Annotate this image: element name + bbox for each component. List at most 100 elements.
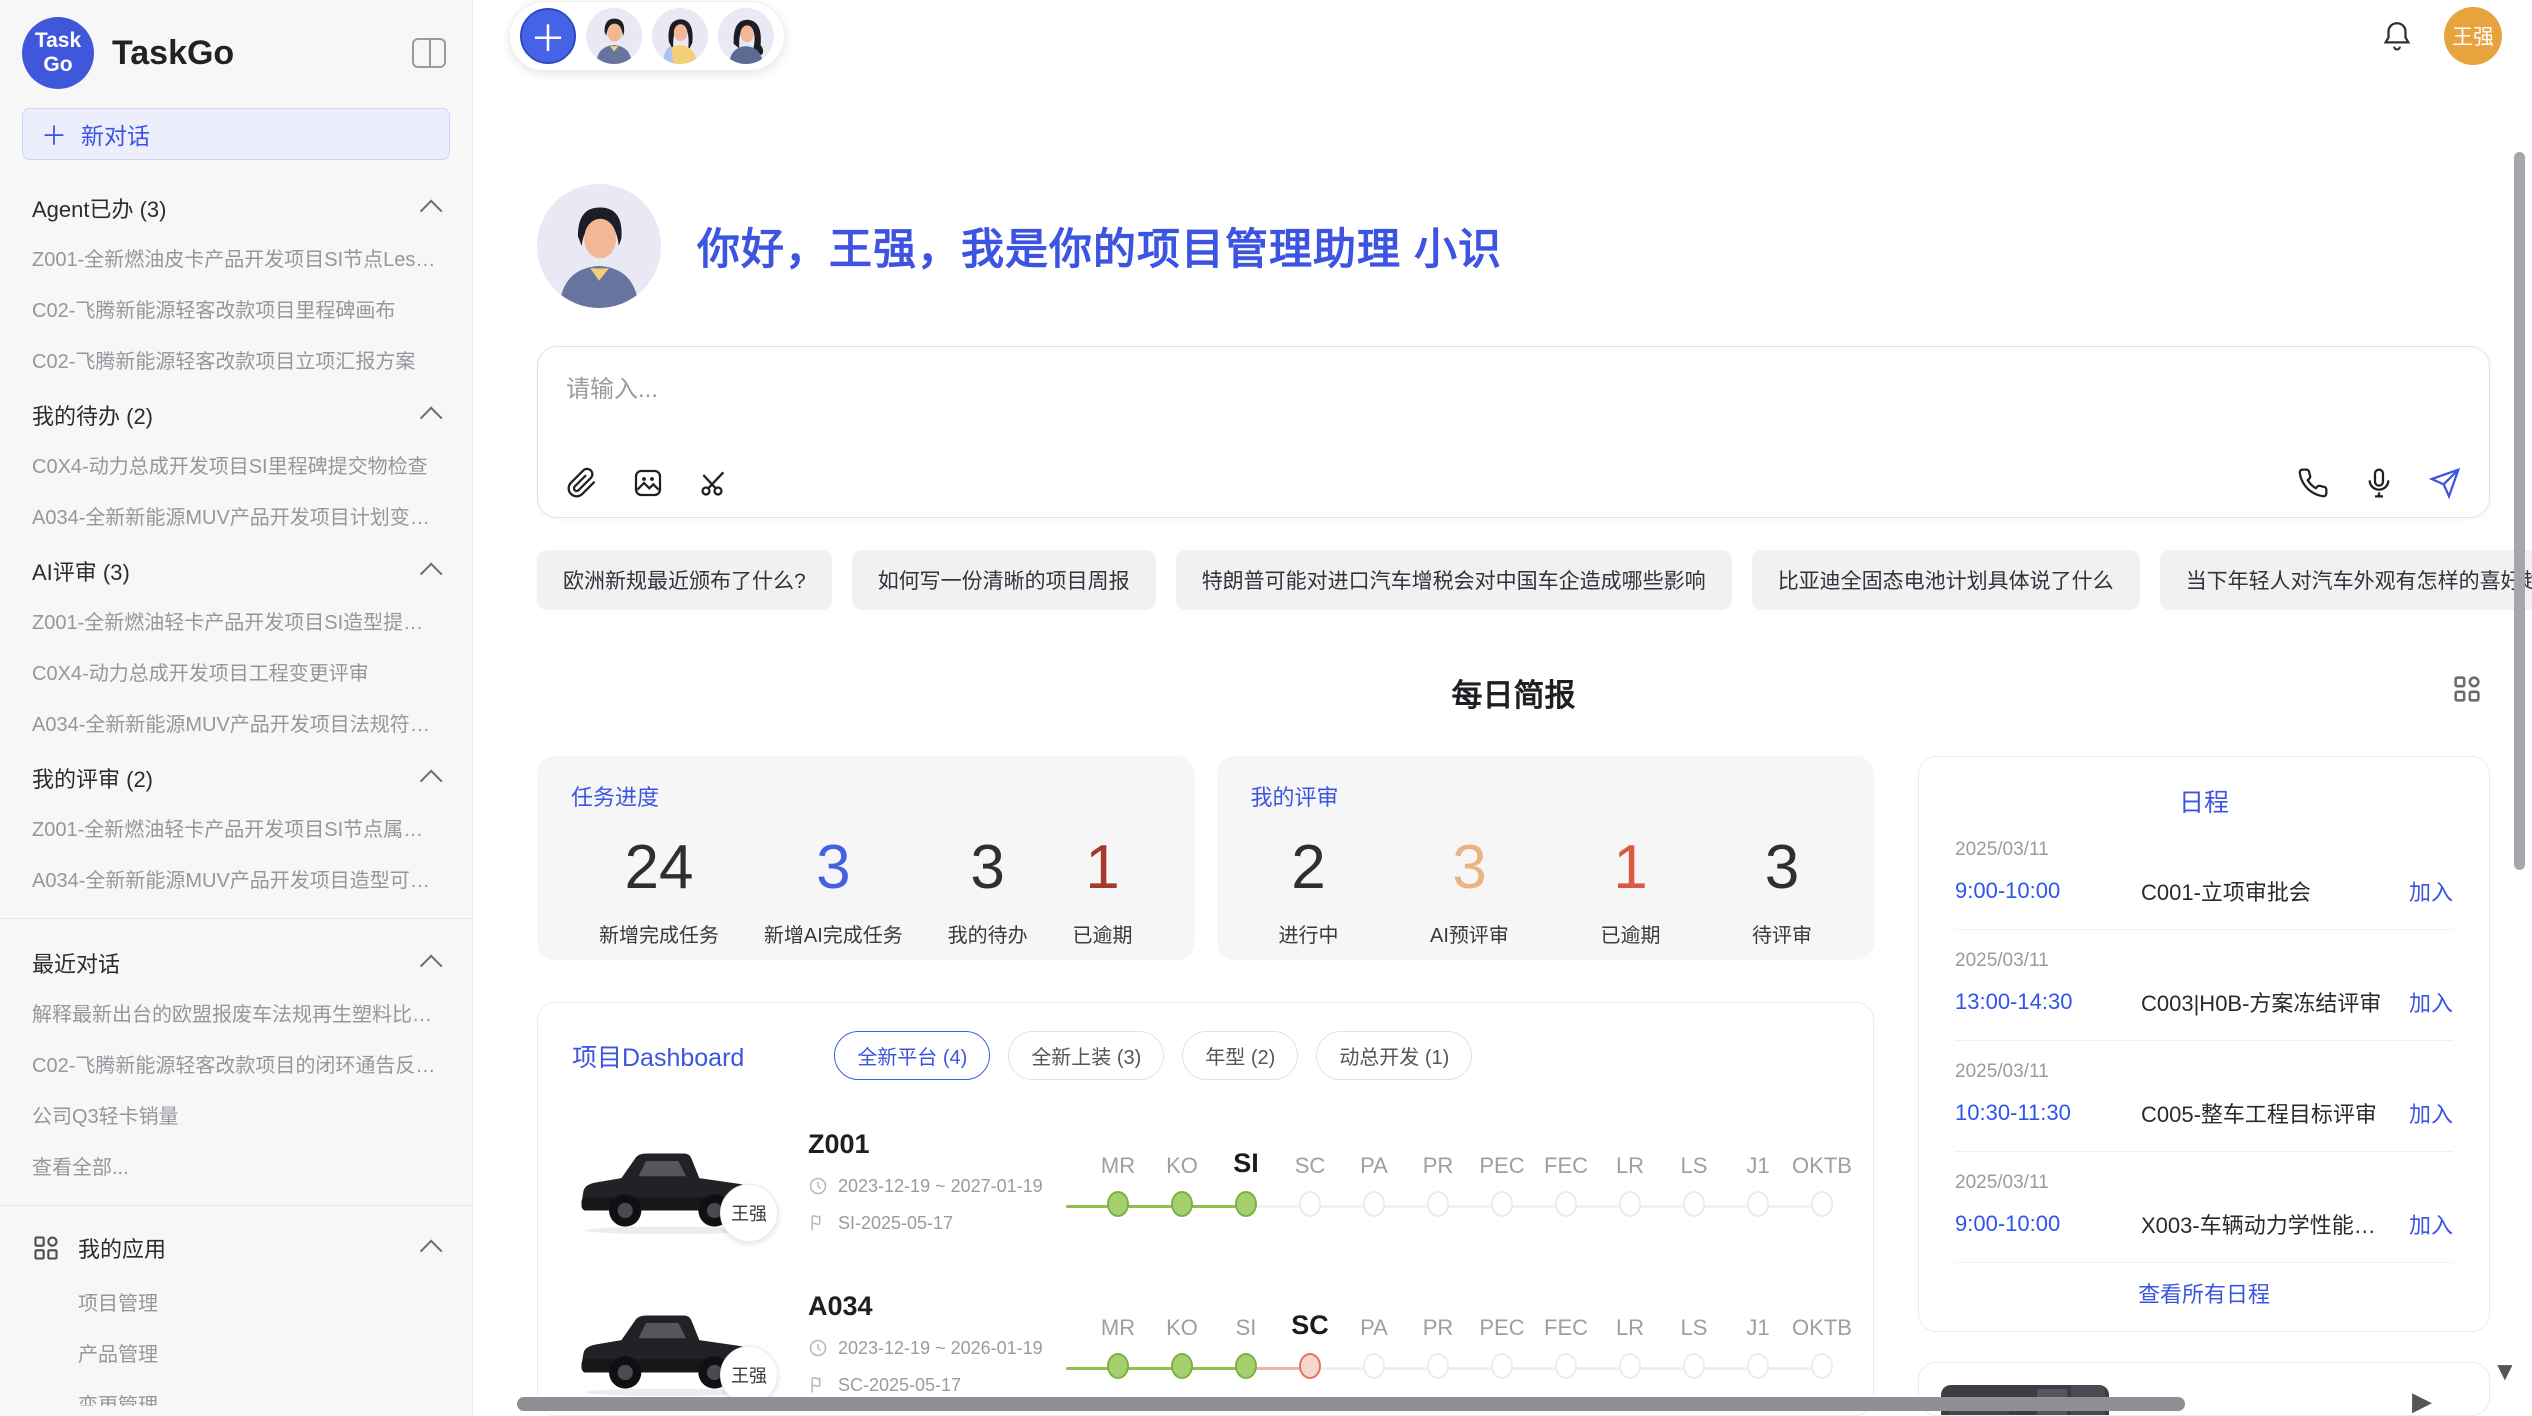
- daily-brief-header: 每日简报: [537, 668, 2490, 716]
- project-info: A034 2023-12-19 ~ 2026-01-19: [808, 1291, 1058, 1396]
- agent-avatar[interactable]: [586, 8, 642, 64]
- schedule-card: 日程 2025/03/11 9:00-10:00 C001-立项审批会 加入 2…: [1918, 756, 2490, 1332]
- notification-bell-icon[interactable]: [2380, 19, 2414, 53]
- schedule-date: 2025/03/11: [1955, 839, 2453, 861]
- recent-chat-item[interactable]: C02-飞腾新能源轻客改款项目的闭环通告反馈情况: [0, 1038, 472, 1089]
- section-agent-done[interactable]: Agent已办 (3): [0, 178, 472, 232]
- add-agent-button[interactable]: ＋: [520, 8, 576, 64]
- agent-avatar[interactable]: [718, 8, 774, 64]
- project-code[interactable]: Z001: [808, 1129, 1058, 1160]
- recent-chat-item[interactable]: 解释最新出台的欧盟报废车法规再生塑料比例被调至15%...: [0, 987, 472, 1038]
- stat-item: 3 我的待办: [948, 832, 1028, 948]
- stat-item: 3 AI预评审: [1430, 832, 1509, 948]
- project-code[interactable]: A034: [808, 1291, 1058, 1322]
- microphone-icon[interactable]: [2363, 467, 2395, 499]
- join-link[interactable]: 加入: [2409, 1208, 2453, 1240]
- user-avatar[interactable]: 王强: [2444, 7, 2502, 65]
- new-chat-button[interactable]: ＋ 新对话: [22, 108, 450, 160]
- input-toolbar-right: [2297, 467, 2461, 499]
- apps-grid-icon: [32, 1234, 60, 1262]
- chevron-up-icon[interactable]: [420, 770, 443, 793]
- app-item-change-mgmt[interactable]: 变更管理: [0, 1378, 472, 1406]
- suggestion-chips: 欧洲新规最近颁布了什么? 如何写一份清晰的项目周报 特朗普可能对进口汽车增税会对…: [537, 550, 2490, 610]
- scroll-down-arrow[interactable]: ▼: [2492, 1358, 2518, 1384]
- filter-powertrain[interactable]: 动总开发 (1): [1316, 1031, 1472, 1080]
- sidebar-item[interactable]: A034-全新新能源MUV产品开发项目造型可行性评审: [0, 853, 472, 904]
- section-my-todo[interactable]: 我的待办 (2): [0, 385, 472, 439]
- app-logo: Task Go: [22, 17, 94, 89]
- clock-icon: [808, 1176, 828, 1196]
- new-chat-label: 新对话: [81, 117, 150, 151]
- sidebar-item[interactable]: Z001-全新燃油皮卡产品开发项目SI节点Lesson Learn报告: [0, 232, 472, 283]
- image-icon[interactable]: [632, 467, 664, 499]
- recent-chat-item[interactable]: 公司Q3轻卡销量: [0, 1089, 472, 1140]
- sidebar-header: Task Go TaskGo: [0, 18, 472, 88]
- sidebar-item[interactable]: Z001-全新燃油轻卡产品开发项目SI造型提交物评审: [0, 595, 472, 646]
- sidebar: Task Go TaskGo ＋ 新对话 Agent已办 (3) Z001-全新…: [0, 0, 473, 1416]
- app-item-product-mgmt[interactable]: 产品管理: [0, 1327, 472, 1378]
- scissors-icon[interactable]: [698, 467, 730, 499]
- send-icon[interactable]: [2429, 467, 2461, 499]
- sidebar-item[interactable]: A034-全新新能源MUV产品开发项目法规符合性评审: [0, 697, 472, 748]
- schedule-title: 日程: [1955, 783, 2453, 819]
- project-row-a034: 王强 A034 2023-12-: [572, 1282, 1839, 1404]
- join-link[interactable]: 加入: [2409, 1097, 2453, 1129]
- agent-avatar[interactable]: [652, 8, 708, 64]
- plus-icon: ＋: [41, 116, 67, 153]
- card-title: 我的评审: [1251, 780, 1841, 812]
- app-item-project-mgmt[interactable]: 项目管理: [0, 1276, 472, 1327]
- input-toolbar-left: [566, 467, 730, 499]
- chevron-up-icon[interactable]: [420, 563, 443, 586]
- suggestion-chip[interactable]: 比亚迪全固态电池计划具体说了什么: [1752, 550, 2140, 610]
- schedule-name: C001-立项审批会: [2141, 875, 2389, 907]
- project-dates: 2023-12-19 ~ 2026-01-19: [808, 1338, 1058, 1359]
- schedule-time: 10:30-11:30: [1955, 1100, 2115, 1126]
- owner-badge: 王强: [720, 1184, 778, 1242]
- filter-year-model[interactable]: 年型 (2): [1182, 1031, 1298, 1080]
- dashboard-columns: 任务进度 24 新增完成任务 3 新增AI完成任务: [537, 756, 2490, 1416]
- schedule-item: 2025/03/11 9:00-10:00 C001-立项审批会 加入: [1955, 819, 2453, 930]
- filter-all-new-platform[interactable]: 全新平台 (4): [834, 1031, 990, 1080]
- scroll-right-arrow[interactable]: ▶: [2412, 1388, 2432, 1414]
- chevron-up-icon[interactable]: [420, 200, 443, 223]
- topbar: ＋ 王强: [473, 0, 2532, 72]
- project-flag-note: SC-2025-05-17: [808, 1375, 1058, 1396]
- section-my-review[interactable]: 我的评审 (2): [0, 748, 472, 802]
- phone-icon[interactable]: [2297, 467, 2329, 499]
- sidebar-item[interactable]: C0X4-动力总成开发项目SI里程碑提交物检查: [0, 439, 472, 490]
- suggestion-chip[interactable]: 特朗普可能对进口汽车增税会对中国车企造成哪些影响: [1176, 550, 1732, 610]
- paperclip-icon[interactable]: [566, 467, 598, 499]
- chevron-up-icon[interactable]: [420, 407, 443, 430]
- sidebar-item[interactable]: C02-飞腾新能源轻客改款项目立项汇报方案: [0, 334, 472, 385]
- sidebar-item[interactable]: A034-全新新能源MUV产品开发项目计划变更表编写: [0, 490, 472, 541]
- card-title: 任务进度: [571, 780, 1161, 812]
- section-ai-review[interactable]: AI评审 (3): [0, 541, 472, 595]
- vertical-scrollbar[interactable]: [2514, 152, 2525, 870]
- right-column: 日程 2025/03/11 9:00-10:00 C001-立项审批会 加入 2…: [1918, 756, 2490, 1416]
- project-dashboard-card: 项目Dashboard 全新平台 (4) 全新上装 (3) 年型 (2) 动总开…: [537, 1002, 1874, 1416]
- sidebar-item[interactable]: Z001-全新燃油轻卡产品开发项目SI节点属性5D文件评审: [0, 802, 472, 853]
- suggestion-chip[interactable]: 欧洲新规最近颁布了什么?: [537, 550, 832, 610]
- taskgo-app: Task Go TaskGo ＋ 新对话 Agent已办 (3) Z001-全新…: [0, 0, 2532, 1416]
- view-all-schedule-link[interactable]: 查看所有日程: [1955, 1277, 2453, 1309]
- sidebar-item[interactable]: C0X4-动力总成开发项目工程变更评审: [0, 646, 472, 697]
- flag-icon: [808, 1213, 828, 1233]
- recent-view-all[interactable]: 查看全部...: [0, 1140, 472, 1191]
- layout-grid-icon[interactable]: [2450, 672, 2484, 706]
- sidebar-item-my-apps[interactable]: 我的应用: [0, 1220, 472, 1276]
- logo-line2: Go: [43, 53, 72, 77]
- section-recent-chats[interactable]: 最近对话: [0, 933, 472, 987]
- sidebar-item[interactable]: C02-飞腾新能源轻客改款项目里程碑画布: [0, 283, 472, 334]
- suggestion-chip[interactable]: 当下年轻人对汽车外观有怎样的喜好趋势: [2160, 550, 2532, 610]
- chevron-up-icon[interactable]: [420, 955, 443, 978]
- suggestion-chip[interactable]: 如何写一份清晰的项目周报: [852, 550, 1156, 610]
- chat-input[interactable]: [566, 369, 2461, 467]
- sidebar-collapse-icon[interactable]: [412, 38, 446, 68]
- horizontal-scrollbar[interactable]: [517, 1397, 2185, 1411]
- chat-input-box: [537, 346, 2490, 518]
- join-link[interactable]: 加入: [2409, 986, 2453, 1018]
- join-link[interactable]: 加入: [2409, 875, 2453, 907]
- assistant-avatar: [537, 184, 661, 308]
- app-title: TaskGo: [112, 34, 412, 73]
- filter-new-body[interactable]: 全新上装 (3): [1008, 1031, 1164, 1080]
